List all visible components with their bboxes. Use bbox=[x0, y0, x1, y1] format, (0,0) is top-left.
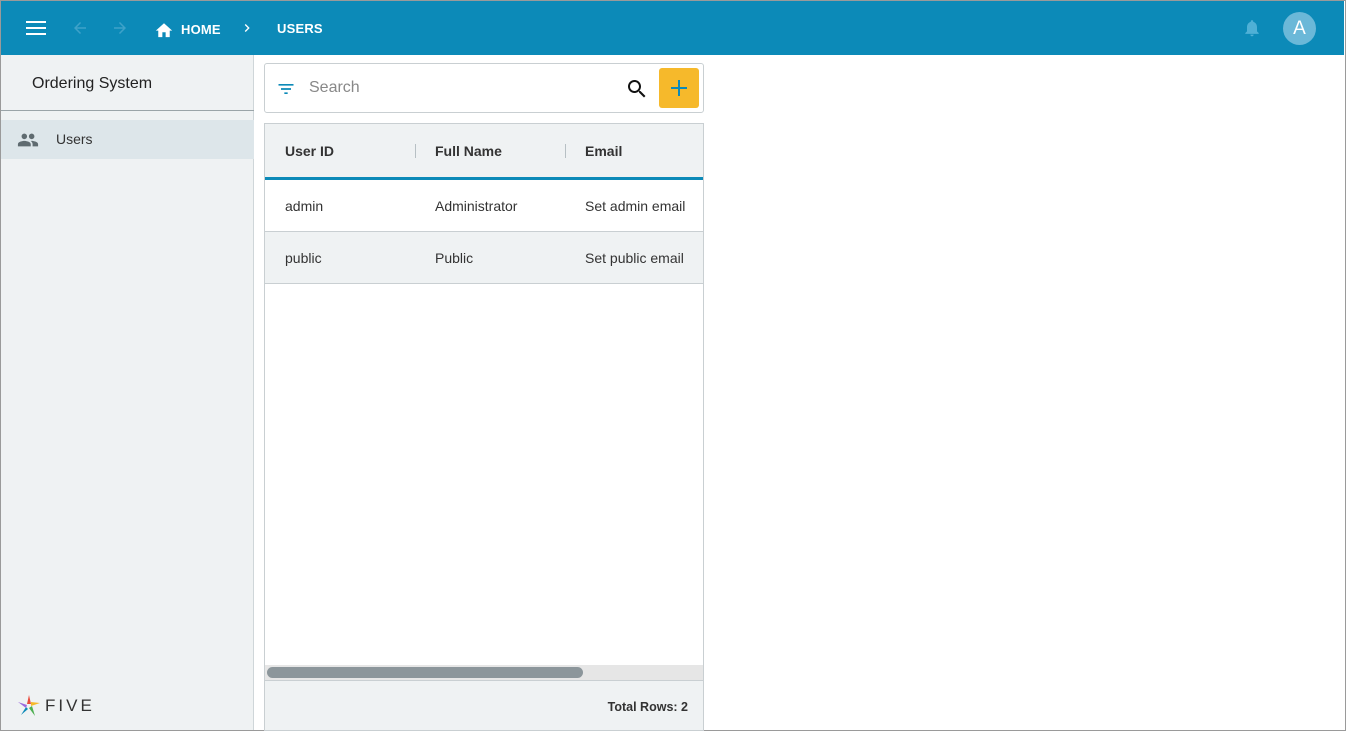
cell-email: Set admin email bbox=[585, 198, 686, 214]
horizontal-scrollbar[interactable] bbox=[265, 665, 703, 680]
search-bar bbox=[264, 63, 704, 113]
users-table: User ID Full Name Email admin Administra… bbox=[264, 123, 704, 731]
notifications-button[interactable] bbox=[1239, 15, 1265, 41]
bell-icon bbox=[1245, 20, 1259, 37]
menu-icon bbox=[26, 21, 46, 35]
five-logo: FIVE bbox=[16, 693, 95, 719]
cell-user-id: admin bbox=[285, 198, 324, 214]
plus-icon bbox=[671, 80, 687, 96]
column-header-email[interactable]: Email bbox=[585, 143, 622, 159]
breadcrumb-home[interactable]: HOME bbox=[154, 18, 221, 40]
column-separator[interactable] bbox=[565, 144, 566, 158]
table-footer: Total Rows: 2 bbox=[265, 680, 703, 730]
column-separator[interactable] bbox=[415, 144, 416, 158]
cell-email: Set public email bbox=[585, 250, 684, 266]
total-rows: Total Rows: 2 bbox=[607, 700, 688, 714]
search-input[interactable] bbox=[309, 76, 609, 100]
home-icon bbox=[155, 23, 173, 38]
sidebar-divider bbox=[1, 110, 254, 111]
five-logo-text: FIVE bbox=[45, 696, 95, 715]
arrow-forward-icon bbox=[114, 22, 126, 34]
cell-full-name: Administrator bbox=[435, 198, 518, 214]
table-row[interactable]: admin Administrator Set admin email bbox=[265, 180, 703, 232]
cell-full-name: Public bbox=[435, 250, 474, 266]
sidebar-item-label: Users bbox=[56, 131, 93, 147]
forward-button[interactable] bbox=[104, 12, 136, 44]
filter-icon[interactable] bbox=[276, 79, 296, 99]
breadcrumb-home-label: HOME bbox=[181, 21, 221, 37]
table-header: User ID Full Name Email bbox=[265, 124, 703, 180]
column-header-user-id[interactable]: User ID bbox=[285, 143, 334, 159]
breadcrumb-users[interactable]: USERS bbox=[277, 21, 323, 36]
scrollbar-thumb[interactable] bbox=[267, 667, 583, 678]
chevron-right-icon bbox=[244, 24, 250, 32]
cell-user-id: public bbox=[285, 250, 322, 266]
app-title: Ordering System bbox=[32, 75, 153, 92]
menu-button[interactable] bbox=[20, 12, 52, 44]
five-logo-icon bbox=[18, 695, 40, 716]
search-icon[interactable] bbox=[625, 77, 649, 101]
add-button[interactable] bbox=[659, 68, 699, 108]
avatar[interactable]: A bbox=[1283, 12, 1316, 45]
top-app-bar: HOME USERS A bbox=[1, 1, 1344, 55]
arrow-back-icon bbox=[74, 22, 86, 34]
table-row[interactable]: public Public Set public email bbox=[265, 232, 703, 284]
sidebar: Ordering System Users FIVE bbox=[1, 55, 254, 730]
people-icon bbox=[17, 133, 39, 147]
back-button[interactable] bbox=[64, 12, 96, 44]
sidebar-item-users[interactable]: Users bbox=[1, 120, 254, 159]
column-header-full-name[interactable]: Full Name bbox=[435, 143, 502, 159]
